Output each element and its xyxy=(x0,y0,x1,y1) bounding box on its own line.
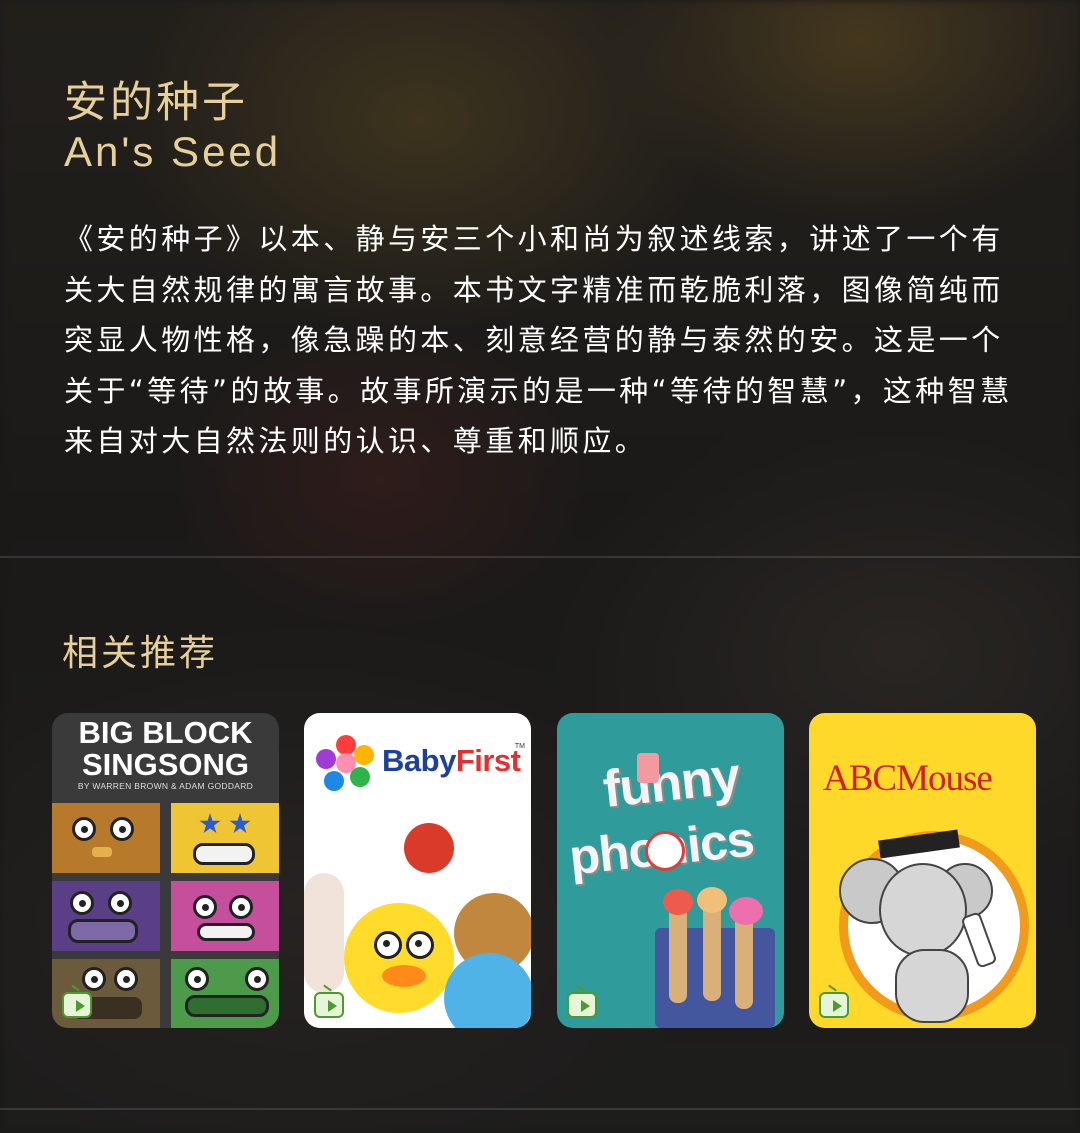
eye xyxy=(229,895,253,919)
crab-topper xyxy=(729,897,763,925)
bunny-character xyxy=(304,873,344,993)
parrot-character xyxy=(404,823,454,873)
abcmouse-logo: ABCMouse xyxy=(823,758,993,799)
babyfirst-logo: BabyFirst xyxy=(382,743,521,779)
recommendation-card-abcmouse[interactable]: ABCMouse xyxy=(809,713,1036,1028)
mouth xyxy=(193,843,255,865)
cover-title-line2: SINGSONG xyxy=(81,747,250,782)
bottom-divider xyxy=(0,1108,1080,1110)
recommendation-card-big-block-singsong[interactable]: BIG BLOCK SINGSONG BY WARREN BROWN & ADA… xyxy=(52,713,279,1028)
product-detail-page: 安的种子 An's Seed 《安的种子》以本、静与安三个小和尚为叙述线索，讲述… xyxy=(0,0,1080,1133)
mouse-head xyxy=(879,863,967,957)
recommendations-title: 相关推荐 xyxy=(62,633,219,674)
toy-figure xyxy=(637,753,659,783)
eye xyxy=(110,817,134,841)
monster-pink xyxy=(171,881,279,951)
monster-green xyxy=(171,959,279,1028)
logo-part-a: Baby xyxy=(382,743,456,778)
duck-character xyxy=(344,903,454,1013)
cover-title: BIG BLOCK SINGSONG xyxy=(52,717,279,781)
cover-credit: BY WARREN BROWN & ADAM GODDARD xyxy=(77,781,254,791)
play-tv-icon xyxy=(62,992,92,1018)
play-tv-icon xyxy=(819,992,849,1018)
babyfirst-flower-icon xyxy=(316,735,376,795)
mouth xyxy=(185,995,269,1017)
beak xyxy=(92,847,112,857)
star-eye xyxy=(229,813,251,834)
eye xyxy=(70,891,94,915)
product-title-cn: 安的种子 xyxy=(64,78,248,128)
eye xyxy=(108,891,132,915)
eye xyxy=(185,967,209,991)
eye xyxy=(72,817,96,841)
mouth xyxy=(197,923,255,941)
product-description: 《安的种子》以本、静与安三个小和尚为叙述线索，讲述了一个有关大自然规律的寓言故事… xyxy=(64,222,1013,458)
logo-part-b: First xyxy=(455,743,521,778)
baby-character xyxy=(444,953,531,1028)
eye xyxy=(193,895,217,919)
section-divider xyxy=(0,556,1080,558)
mouth xyxy=(68,919,138,943)
play-tv-icon xyxy=(567,992,597,1018)
octopus-topper xyxy=(663,889,693,915)
monster-purple xyxy=(52,881,160,951)
mouse-body xyxy=(895,949,969,1023)
recommendation-card-funny-phonics[interactable]: funny phonics xyxy=(557,713,784,1028)
eye xyxy=(245,967,269,991)
eye xyxy=(82,967,106,991)
recommendations-list: BIG BLOCK SINGSONG BY WARREN BROWN & ADA… xyxy=(52,713,1052,1028)
play-tv-icon xyxy=(314,992,344,1018)
recommendation-card-babyfirst[interactable]: BabyFirst TM xyxy=(304,713,531,1028)
eye xyxy=(114,967,138,991)
trademark: TM xyxy=(514,743,525,750)
cover-title-line1: BIG BLOCK xyxy=(78,715,253,750)
ball-icon xyxy=(645,831,685,871)
product-title-en: An's Seed xyxy=(64,128,282,175)
giraffe-topper xyxy=(697,887,727,913)
monster-yellow xyxy=(171,803,279,873)
cover-title-line1: funny xyxy=(600,747,743,819)
monster-brown xyxy=(52,803,160,873)
star-eye xyxy=(199,813,221,834)
